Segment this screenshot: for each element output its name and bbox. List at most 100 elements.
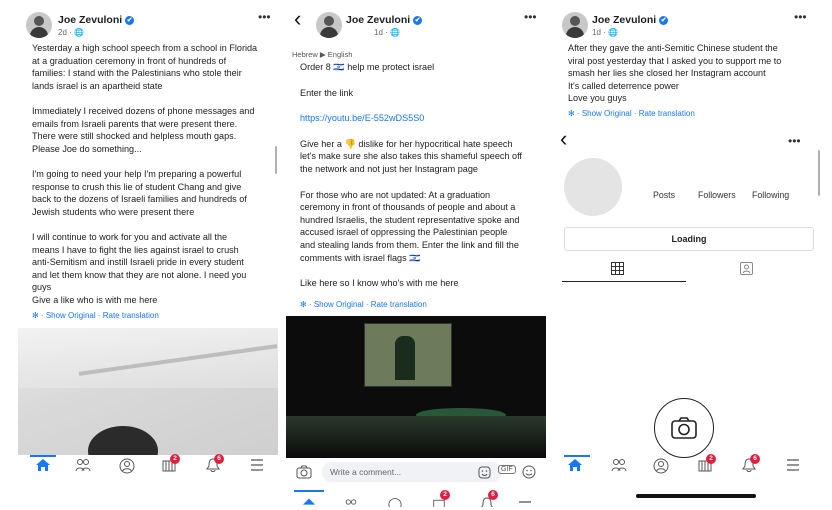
home-icon[interactable] [298, 494, 320, 510]
post-text-line: accused israel of oppressing the Palesti… [300, 227, 508, 238]
gear-icon[interactable]: ✻ [568, 109, 575, 118]
followers-label[interactable]: Followers [698, 190, 736, 200]
back-icon[interactable]: ‹ [560, 126, 567, 152]
post-header: Joe Zevuloni ✔ 1d · 🌐 ••• [554, 8, 822, 42]
photo-projection-screen [364, 323, 452, 387]
post-text-line: guys [32, 282, 52, 293]
friends-icon[interactable] [608, 458, 630, 475]
post-text-line: smash her lies she closed her Instagram … [568, 68, 766, 79]
notifications-icon[interactable]: 6 [738, 454, 760, 476]
groups-icon[interactable]: 2 [158, 454, 180, 475]
more-options-icon[interactable]: ••• [788, 134, 801, 148]
post-header: ‹ Joe Zevuloni ✔ 1d · 🌐 ••• [286, 6, 546, 42]
camera-icon[interactable] [296, 465, 312, 484]
following-label[interactable]: Following [752, 190, 789, 200]
photo-graduate-figure [395, 336, 415, 380]
rate-translation-link[interactable]: Rate translation [103, 311, 159, 320]
posts-count-label[interactable]: Posts [653, 190, 675, 200]
post-text-line: families: I stand with the Palestinians … [32, 68, 242, 79]
post-text-line: Immediately I received dozens of phone m… [32, 105, 255, 116]
post-text-line: I'm going to need your help I'm preparin… [32, 168, 242, 179]
show-original-link[interactable]: Show Original [314, 300, 364, 309]
post-text-line: at a graduation ceremony in front of hun… [32, 55, 227, 66]
grid-tab-indicator [562, 281, 686, 282]
avatar[interactable] [26, 12, 52, 38]
like-line: Like here so I know who's with me here [300, 278, 459, 289]
profile-icon[interactable] [650, 458, 672, 477]
friends-icon[interactable] [340, 494, 362, 510]
post-text-line: Please Joe do something... [32, 143, 142, 154]
comment-input[interactable]: Write a comment... [322, 462, 502, 482]
post-text-line: Yesterday a high school speech from a sc… [32, 43, 258, 53]
post-text-line [32, 218, 278, 231]
home-icon[interactable] [564, 458, 586, 475]
verified-icon: ✔ [125, 16, 135, 25]
avatar[interactable] [316, 12, 342, 38]
comment-bar: Write a comment... GIF [294, 462, 540, 484]
post-panel-2: ‹ Joe Zevuloni ✔ 1d · 🌐 ••• Hebrew ▶ Engl… [286, 0, 546, 510]
post-text-line: After they gave the anti-Semitic Chinese… [568, 43, 778, 53]
post-text: After they gave the anti-Semitic Chinese… [568, 42, 818, 105]
paragraph-dislike: Give her a 👎 dislike for her hypocritica… [300, 138, 546, 176]
post-text-line: and stealing lands from them. Enter the … [300, 239, 519, 250]
post-text-line: and let them know that they are not alon… [32, 269, 247, 280]
notifications-icon[interactable]: 6 [202, 454, 224, 476]
verified-icon: ✔ [413, 16, 423, 25]
post-text-line: ceremony in front of thousands of people… [300, 202, 516, 213]
rate-translation-link[interactable]: Rate translation [371, 300, 427, 309]
grid-icon[interactable] [611, 262, 624, 278]
profile-icon[interactable] [384, 494, 406, 510]
author-name[interactable]: Joe Zevuloni ✔ [346, 14, 423, 26]
gear-icon[interactable]: ✻ [32, 311, 39, 320]
menu-icon[interactable] [246, 458, 268, 474]
groups-icon[interactable]: 2 [694, 454, 716, 475]
youtube-link[interactable]: https://youtu.be/E-552wDS5S0 [300, 112, 546, 125]
more-options-icon[interactable]: ••• [258, 10, 271, 24]
profile-icon[interactable] [116, 458, 138, 477]
author-name[interactable]: Joe Zevuloni ✔ [592, 14, 669, 26]
paragraph-context: For those who are not updated: At a grad… [300, 189, 546, 265]
photo-head [88, 426, 158, 455]
loading-button[interactable]: Loading [564, 227, 814, 251]
notifications-badge: 6 [488, 490, 498, 500]
menu-icon[interactable] [782, 458, 804, 474]
notifications-icon[interactable]: 6 [476, 490, 498, 510]
show-original-link[interactable]: Show Original [582, 109, 632, 118]
home-indicator[interactable] [636, 494, 756, 498]
photo-stage [286, 416, 546, 458]
post-text: Order 8 🇮🇱 help me protect israel Enter … [300, 61, 546, 290]
avatar[interactable] [562, 12, 588, 38]
rate-translation-link[interactable]: Rate translation [639, 109, 695, 118]
post-text-line: lands israel is an apartheid state [32, 80, 163, 91]
author-name[interactable]: Joe Zevuloni ✔ [58, 14, 135, 26]
back-icon[interactable]: ‹ [294, 6, 301, 32]
friends-icon[interactable] [72, 458, 94, 475]
post-text-line: For those who are not updated: At a grad… [300, 189, 491, 200]
menu-icon[interactable] [514, 494, 536, 510]
post-text-line [32, 155, 278, 168]
emoji-icon[interactable] [522, 465, 536, 484]
active-tab-indicator [564, 455, 590, 457]
scrollbar[interactable] [275, 146, 277, 174]
home-icon[interactable] [32, 458, 54, 475]
verified-icon: ✔ [659, 16, 669, 25]
instagram-profile-picture[interactable] [564, 158, 622, 216]
more-options-icon[interactable]: ••• [794, 10, 807, 24]
post-photo[interactable] [286, 316, 546, 458]
tagged-icon[interactable] [740, 262, 753, 278]
post-photo[interactable] [18, 328, 278, 455]
notifications-badge: 6 [214, 454, 224, 464]
enter-link-text: Enter the link [300, 87, 354, 98]
active-tab-indicator [30, 455, 56, 457]
post-header: Joe Zevuloni ✔ 2d · 🌐 ••• [18, 8, 278, 42]
camera-button[interactable] [654, 398, 714, 458]
show-original-link[interactable]: Show Original [46, 311, 96, 320]
translation-row: ✻ · Show Original · Rate translation [32, 311, 159, 320]
more-options-icon[interactable]: ••• [524, 10, 537, 24]
groups-icon[interactable]: 2 [428, 490, 450, 510]
post-meta: 1d · 🌐 [592, 28, 618, 37]
scrollbar[interactable] [818, 150, 820, 196]
gif-button[interactable]: GIF [498, 465, 516, 474]
gear-icon[interactable]: ✻ [300, 300, 307, 309]
sticker-icon[interactable] [478, 466, 491, 484]
